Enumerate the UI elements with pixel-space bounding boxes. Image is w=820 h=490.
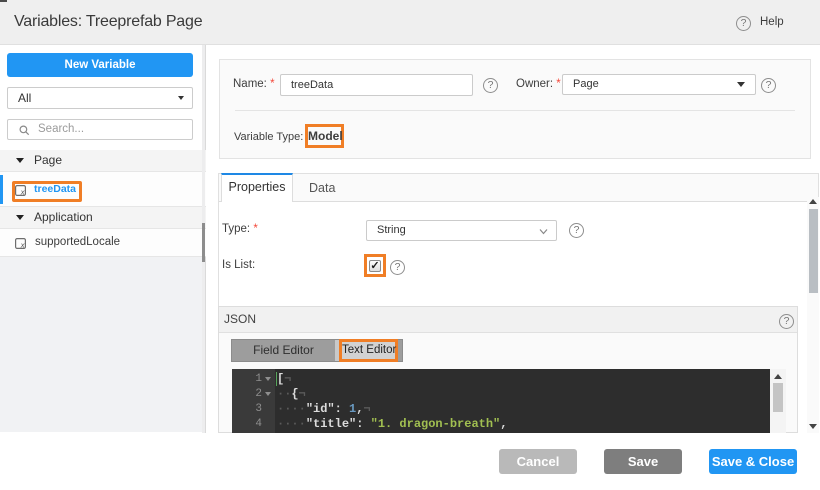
- svg-text:x: x: [20, 240, 25, 249]
- svg-text:x: x: [20, 187, 25, 196]
